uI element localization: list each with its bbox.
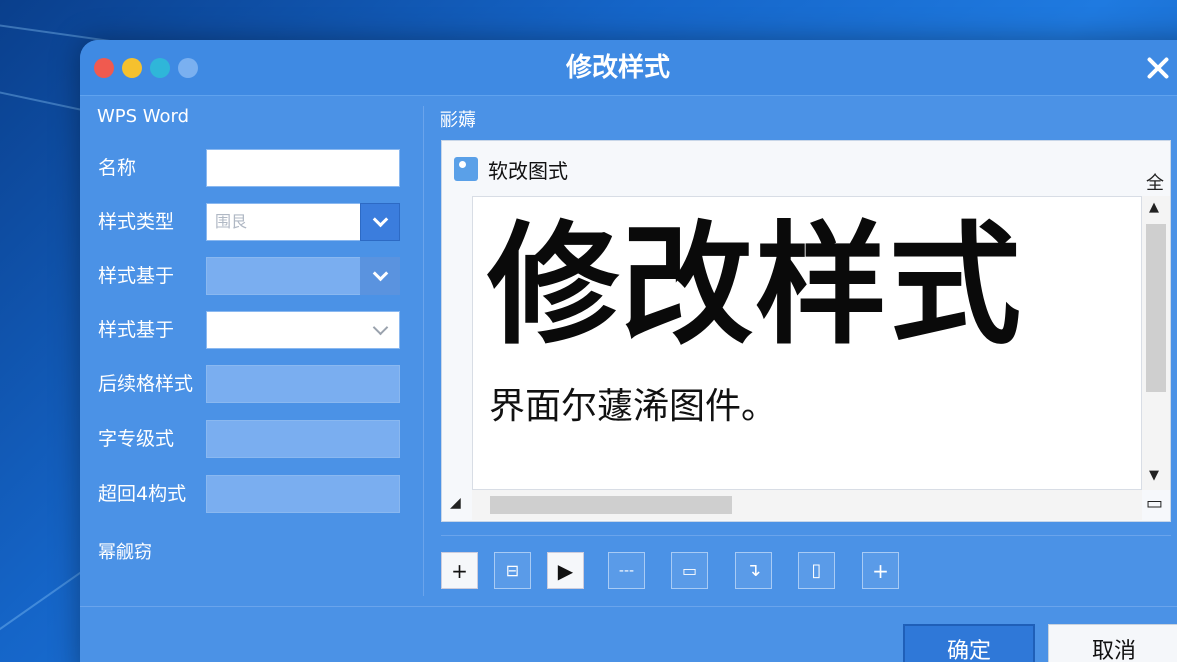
level-style-input[interactable] xyxy=(207,421,399,457)
play-icon[interactable]: ▶ xyxy=(547,552,584,589)
style-based-on-2-label: 样式基于 xyxy=(98,319,175,341)
style-based-on-2-dropdown-button[interactable] xyxy=(360,311,400,349)
chevron-down-icon xyxy=(372,319,388,335)
name-label: 名称 xyxy=(98,157,137,179)
style-based-on-select[interactable] xyxy=(206,257,400,295)
resize-corner-icon[interactable]: ◢ xyxy=(450,495,461,511)
ok-button[interactable]: 确定 xyxy=(903,624,1035,662)
expand-icon[interactable]: 全 xyxy=(1146,169,1164,195)
close-icon[interactable] xyxy=(1140,50,1176,86)
preview-header: 软改图式 xyxy=(454,155,568,183)
folder-icon[interactable]: ▭ xyxy=(1146,493,1163,514)
dashes-icon[interactable]: --- xyxy=(608,552,645,589)
name-input[interactable] xyxy=(207,150,399,186)
style-type-label: 样式类型 xyxy=(98,211,175,233)
next-style-input[interactable] xyxy=(207,366,399,402)
modify-style-dialog: 修改样式 WPS Word 名称 样式类型 围艮 样式基于 样式基于 后续格样式… xyxy=(80,40,1177,662)
horizontal-scrollbar[interactable] xyxy=(472,490,1142,520)
style-based-on-label: 样式基于 xyxy=(98,265,175,287)
preview-canvas: 修改样式 界面尔蘧浠图件。 xyxy=(472,196,1142,490)
dialog-title: 修改样式 xyxy=(565,53,670,83)
add-icon[interactable]: + xyxy=(441,552,478,589)
style-based-on-dropdown-button[interactable] xyxy=(360,257,400,295)
next-style-label: 后续格样式 xyxy=(98,373,194,395)
plus-icon[interactable]: + xyxy=(862,552,899,589)
link-style-field[interactable] xyxy=(206,475,400,513)
format-icon[interactable]: ⊟ xyxy=(494,552,531,589)
preview-heading: 彨薅 xyxy=(440,110,476,131)
style-type-select[interactable]: 围艮 xyxy=(206,203,400,241)
vertical-scroll-thumb[interactable] xyxy=(1146,224,1166,392)
chevron-down-icon xyxy=(372,211,388,227)
footer-divider xyxy=(80,606,1177,607)
next-style-field[interactable] xyxy=(206,365,400,403)
scroll-down-icon[interactable]: ▼ xyxy=(1149,468,1159,483)
toolbar-divider xyxy=(441,535,1171,536)
wrap-icon[interactable]: ↴ xyxy=(735,552,772,589)
footnote-label: 幂觎窃 xyxy=(98,542,152,563)
chevron-down-icon xyxy=(372,265,388,281)
preview-big-text: 修改样式 xyxy=(487,209,1023,363)
style-type-value: 围艮 xyxy=(215,212,248,231)
style-based-on-2-select[interactable] xyxy=(206,311,400,349)
horizontal-scroll-thumb[interactable] xyxy=(490,496,732,514)
title-bar: 修改样式 xyxy=(80,40,1177,96)
cancel-button[interactable]: 取消 xyxy=(1048,624,1177,662)
preview-title: 软改图式 xyxy=(488,158,568,183)
vertical-scrollbar[interactable]: ▲ ▼ xyxy=(1142,196,1170,490)
level-style-label: 字专级式 xyxy=(98,428,175,450)
app-name-label: WPS Word xyxy=(97,106,190,127)
preview-sub-text: 界面尔蘧浠图件。 xyxy=(489,386,778,427)
frame-icon[interactable]: ▭ xyxy=(671,552,708,589)
style-type-dropdown-button[interactable] xyxy=(360,203,400,241)
panel-divider xyxy=(423,106,424,596)
link-style-input[interactable] xyxy=(207,476,399,512)
link-style-label: 超回4构式 xyxy=(98,483,187,505)
level-style-field[interactable] xyxy=(206,420,400,458)
image-icon xyxy=(454,157,478,181)
preview-box: 软改图式 全 修改样式 界面尔蘧浠图件。 ▲ ▼ ◢ ▭ xyxy=(441,140,1171,522)
scroll-up-icon[interactable]: ▲ xyxy=(1149,200,1159,215)
name-field[interactable] xyxy=(206,149,400,187)
page-icon[interactable]: ▯ xyxy=(798,552,835,589)
